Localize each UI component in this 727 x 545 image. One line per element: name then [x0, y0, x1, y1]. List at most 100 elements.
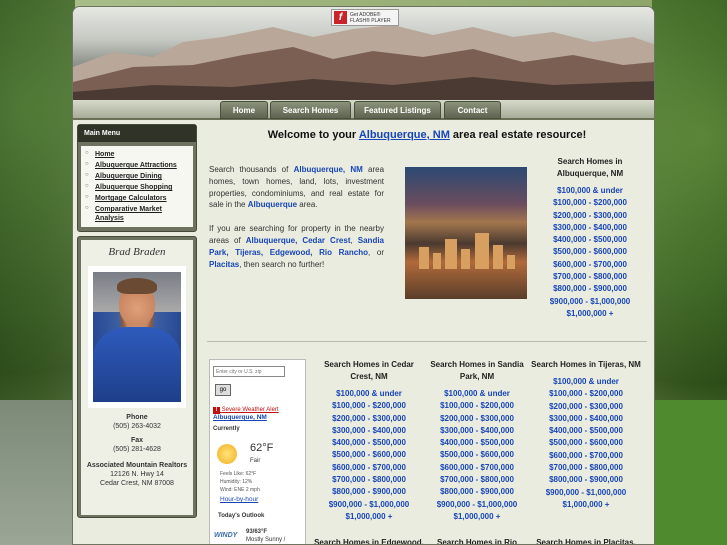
- price-link[interactable]: $500,000 - $600,000: [314, 449, 424, 461]
- weather-widget: go ! Severe Weather Alert Albuquerque, N…: [209, 359, 306, 544]
- skyline-building: [433, 253, 441, 269]
- price-link[interactable]: $300,000 - $400,000: [531, 413, 641, 425]
- price-link[interactable]: $1,000,000 +: [535, 308, 645, 320]
- nav-home[interactable]: Home: [220, 101, 268, 119]
- price-link[interactable]: $900,000 - $1,000,000: [314, 499, 424, 511]
- price-link[interactable]: $800,000 - $900,000: [314, 486, 424, 498]
- weather-go-button[interactable]: go: [215, 383, 231, 396]
- price-link[interactable]: $900,000 - $1,000,000: [422, 499, 532, 511]
- price-link[interactable]: $900,000 - $1,000,000: [531, 487, 641, 499]
- price-link[interactable]: $100,000 - $200,000: [531, 388, 641, 400]
- price-link[interactable]: $400,000 - $500,000: [422, 437, 532, 449]
- search-col-cedar-crest: Search Homes in Cedar Crest, NM $100,000…: [314, 359, 424, 523]
- intro-paragraph-2: If you are searching for property in the…: [209, 223, 384, 270]
- price-link[interactable]: $100,000 - $200,000: [422, 400, 532, 412]
- intro-paragraph-1: Search thousands of Albuquerque, NM area…: [209, 164, 384, 211]
- search-heading-placitas: Search Homes in Placitas, NM: [536, 538, 636, 545]
- nav-search-homes[interactable]: Search Homes: [270, 101, 351, 119]
- welcome-prefix: Welcome to your: [267, 129, 359, 141]
- search-col-rio-rancho: Search Homes in Rio Rancho, NM: [422, 537, 532, 545]
- weather-forecast-condition: Mostly Sunny / Wind: [246, 537, 286, 543]
- search-heading-rio-rancho: Search Homes in Rio Rancho, NM: [436, 538, 518, 545]
- price-link[interactable]: $1,000,000 +: [531, 499, 641, 511]
- weather-city-link[interactable]: Albuquerque, NM: [213, 414, 302, 421]
- nav-contact[interactable]: Contact: [444, 101, 501, 119]
- price-link[interactable]: $800,000 - $900,000: [422, 486, 532, 498]
- price-link[interactable]: $400,000 - $500,000: [314, 437, 424, 449]
- intro-link-nearby-1[interactable]: Albuquerque, Cedar Crest: [246, 236, 351, 245]
- skyline-building: [445, 239, 457, 269]
- sunny-icon: [217, 444, 237, 464]
- price-link[interactable]: $1,000,000 +: [314, 511, 424, 523]
- price-link[interactable]: $700,000 - $800,000: [531, 462, 641, 474]
- price-link[interactable]: $200,000 - $300,000: [422, 413, 532, 425]
- price-link[interactable]: $300,000 - $400,000: [422, 425, 532, 437]
- price-link[interactable]: $500,000 - $600,000: [531, 437, 641, 449]
- main-menu-title: Main Menu: [78, 125, 196, 142]
- weather-alert-text: Severe Weather Alert: [221, 407, 279, 413]
- price-link[interactable]: $600,000 - $700,000: [314, 462, 424, 474]
- price-link[interactable]: $300,000 - $400,000: [314, 425, 424, 437]
- intro-link-albuquerque[interactable]: Albuquerque: [248, 200, 297, 209]
- price-link[interactable]: $700,000 - $800,000: [314, 474, 424, 486]
- menu-item-home[interactable]: Home: [85, 149, 189, 160]
- agent-name: Brad Braden: [108, 246, 166, 258]
- main-menu: Main Menu Home Albuquerque Attractions A…: [77, 124, 197, 232]
- intro-link-placitas[interactable]: Placitas: [209, 260, 239, 269]
- agent-fax-label: Fax: [130, 437, 144, 444]
- price-link[interactable]: $300,000 - $400,000: [535, 222, 645, 234]
- price-link[interactable]: $600,000 - $700,000: [422, 462, 532, 474]
- search-col-albuquerque: Search Homes in Albuquerque, NM $100,000…: [535, 156, 645, 320]
- price-link[interactable]: $600,000 - $700,000: [535, 259, 645, 271]
- price-link[interactable]: $200,000 - $300,000: [314, 413, 424, 425]
- agent-photo-shirt: [93, 327, 181, 402]
- welcome-suffix: area real estate resource!: [449, 129, 587, 141]
- price-link[interactable]: $100,000 & under: [422, 388, 532, 400]
- agent-photo-hair: [117, 278, 157, 294]
- main-content: Welcome to your Albuquerque, NM area rea…: [201, 124, 653, 545]
- weather-condition: Fair: [250, 458, 261, 464]
- price-link[interactable]: $800,000 - $900,000: [535, 283, 645, 295]
- welcome-city-link[interactable]: Albuquerque, NM: [359, 129, 450, 141]
- agent-fax: (505) 281-4628: [113, 446, 161, 453]
- agent-address-line2: Cedar Crest, NM 87008: [100, 480, 174, 487]
- price-link[interactable]: $700,000 - $800,000: [535, 271, 645, 283]
- price-link[interactable]: $500,000 - $600,000: [535, 246, 645, 258]
- menu-item-dining[interactable]: Albuquerque Dining: [85, 171, 189, 182]
- intro-link-albuquerque-nm[interactable]: Albuquerque, NM: [294, 165, 363, 174]
- weather-hourly-link[interactable]: Hour-by-hour: [220, 496, 258, 503]
- price-link[interactable]: $900,000 - $1,000,000: [535, 296, 645, 308]
- price-link[interactable]: $100,000 & under: [314, 388, 424, 400]
- intro-p1-text-c: area.: [297, 200, 318, 210]
- price-link[interactable]: $200,000 - $300,000: [531, 401, 641, 413]
- price-link[interactable]: $500,000 - $600,000: [422, 449, 532, 461]
- price-link[interactable]: $1,000,000 +: [422, 511, 532, 523]
- price-link[interactable]: $400,000 - $500,000: [531, 425, 641, 437]
- price-link[interactable]: $100,000 & under: [531, 376, 641, 388]
- price-link[interactable]: $800,000 - $900,000: [531, 474, 641, 486]
- price-link[interactable]: $100,000 & under: [535, 185, 645, 197]
- search-heading-albuquerque: Search Homes in Albuquerque, NM: [556, 157, 624, 178]
- weather-location-input[interactable]: [213, 366, 285, 378]
- price-link[interactable]: $600,000 - $700,000: [531, 450, 641, 462]
- menu-item-attractions[interactable]: Albuquerque Attractions: [85, 160, 189, 171]
- price-link[interactable]: $400,000 - $500,000: [535, 234, 645, 246]
- agent-address-line1: 12126 N. Hwy 14: [110, 471, 164, 478]
- price-link[interactable]: $200,000 - $300,000: [535, 210, 645, 222]
- price-link[interactable]: $100,000 - $200,000: [314, 400, 424, 412]
- search-col-placitas: Search Homes in Placitas, NM: [531, 537, 641, 545]
- price-link[interactable]: $700,000 - $800,000: [422, 474, 532, 486]
- price-link[interactable]: $100,000 - $200,000: [535, 197, 645, 209]
- weather-alert-link[interactable]: ! Severe Weather Alert: [213, 407, 302, 414]
- menu-item-mortgage-calculators[interactable]: Mortgage Calculators: [85, 193, 189, 204]
- menu-item-shopping[interactable]: Albuquerque Shopping: [85, 182, 189, 193]
- get-flash-player-badge[interactable]: f Get ADOBE® FLASH® PLAYER: [331, 9, 399, 26]
- search-col-tijeras: Search Homes in Tijeras, NM $100,000 & u…: [531, 359, 641, 511]
- intro-text: Search thousands of Albuquerque, NM area…: [209, 164, 384, 270]
- menu-item-market-analysis[interactable]: Comparative Market Analysis: [85, 204, 189, 224]
- weather-feels-like: Feels Like: 62°F: [220, 471, 257, 477]
- weather-details: Feels Like: 62°F Humidity: 12% Wind: ENE…: [220, 470, 260, 494]
- nav-featured-listings[interactable]: Featured Listings: [354, 101, 441, 119]
- flash-icon: f: [334, 11, 347, 24]
- header-banner: f Get ADOBE® FLASH® PLAYER: [73, 7, 654, 100]
